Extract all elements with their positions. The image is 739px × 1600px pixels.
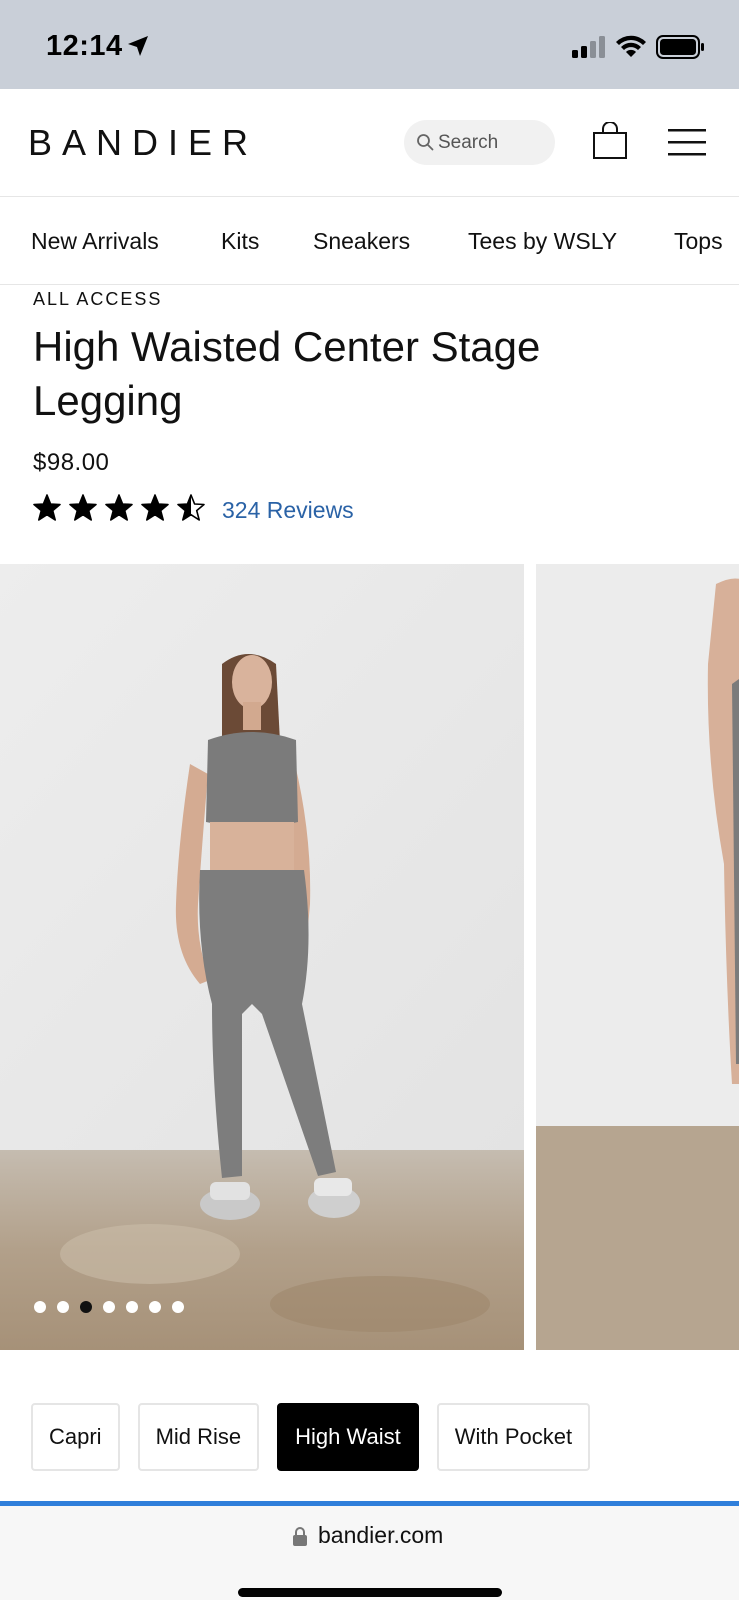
variant-chip-mid-rise[interactable]: Mid Rise xyxy=(137,1403,260,1471)
star-full-icon xyxy=(141,494,169,521)
product-gallery[interactable] xyxy=(0,564,739,1350)
gallery-pagination xyxy=(34,1301,184,1313)
location-arrow-icon xyxy=(128,36,148,56)
shopping-bag-icon[interactable] xyxy=(592,122,628,160)
gallery-dot[interactable] xyxy=(149,1301,161,1313)
product-image-side[interactable] xyxy=(536,564,739,1350)
star-rating[interactable] xyxy=(33,494,205,528)
reviews-link[interactable]: 324 Reviews xyxy=(222,497,354,524)
gallery-dot[interactable] xyxy=(34,1301,46,1313)
variant-chip-with-pocket[interactable]: With Pocket xyxy=(436,1403,591,1471)
hamburger-menu-icon[interactable] xyxy=(668,127,706,157)
variant-selector: Capri Mid Rise High Waist With Pocket xyxy=(31,1403,591,1471)
gallery-dot[interactable] xyxy=(57,1301,69,1313)
home-indicator[interactable] xyxy=(238,1588,502,1597)
signal-icon xyxy=(572,36,605,58)
browser-url-bar[interactable]: bandier.com xyxy=(0,1506,739,1600)
category-kits[interactable]: Kits xyxy=(221,228,259,255)
bandier-logo[interactable]: BANDIER xyxy=(28,122,258,164)
site-header: BANDIER Search xyxy=(0,89,739,197)
wifi-icon xyxy=(616,35,646,57)
search-input[interactable]: Search xyxy=(404,120,555,165)
gallery-dot[interactable] xyxy=(80,1301,92,1313)
product-image-front[interactable] xyxy=(0,564,524,1350)
url-text: bandier.com xyxy=(318,1522,444,1548)
product-brand[interactable]: ALL ACCESS xyxy=(33,289,162,310)
star-half-icon xyxy=(177,494,205,521)
search-icon xyxy=(417,134,434,151)
star-full-icon xyxy=(105,494,133,521)
search-placeholder: Search xyxy=(438,132,499,153)
category-new-arrivals[interactable]: New Arrivals xyxy=(31,228,159,255)
variant-chip-high-waist[interactable]: High Waist xyxy=(277,1403,419,1471)
status-time: 12:14 xyxy=(46,30,123,62)
star-full-icon xyxy=(33,494,61,521)
category-nav: New Arrivals Kits Sneakers Tees by WSLY … xyxy=(0,198,739,285)
battery-icon xyxy=(656,35,704,59)
variant-chip-capri[interactable]: Capri xyxy=(31,1403,120,1471)
lock-icon xyxy=(293,1527,307,1546)
category-tees-by-wsly[interactable]: Tees by WSLY xyxy=(468,228,617,255)
product-price: $98.00 xyxy=(33,449,110,476)
gallery-dot[interactable] xyxy=(126,1301,138,1313)
gallery-dot[interactable] xyxy=(172,1301,184,1313)
gallery-dot[interactable] xyxy=(103,1301,115,1313)
status-bar: 12:14 xyxy=(0,0,739,89)
star-full-icon xyxy=(69,494,97,521)
product-title: High Waisted Center Stage Legging xyxy=(33,323,541,424)
category-sneakers[interactable]: Sneakers xyxy=(313,228,410,255)
category-tops[interactable]: Tops xyxy=(674,228,723,255)
